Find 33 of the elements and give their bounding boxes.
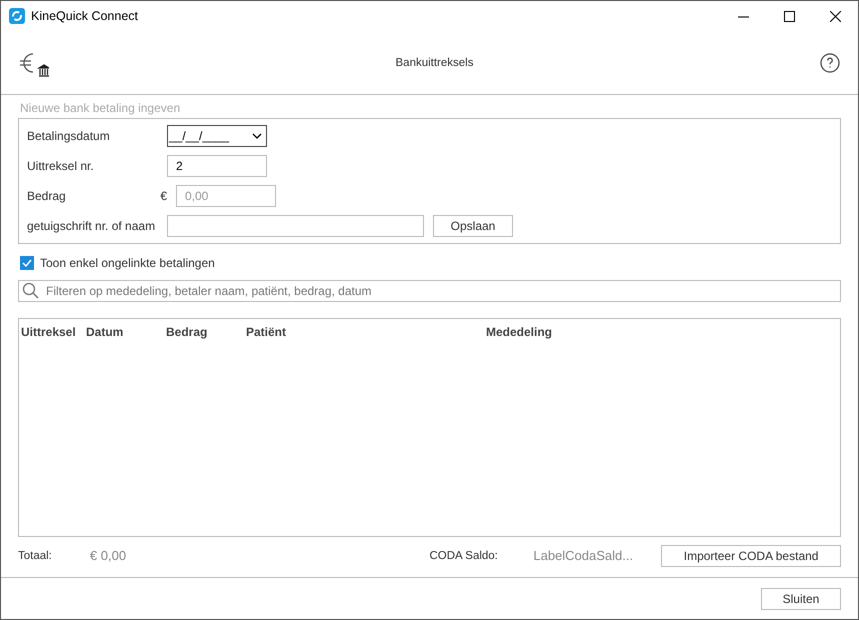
section-title: Nieuwe bank betaling ingeven [20,101,182,117]
field-label: getuigschrift nr. of naam [27,219,156,233]
close-icon [830,10,840,22]
close-dialog-button[interactable]: Sluiten [761,588,841,610]
coda-label: CODA Saldo: [429,550,499,562]
import-button[interactable]: Importeer CODA bestand [661,544,841,566]
search-icon [22,282,39,299]
page-title: Bankuittreksels [394,56,474,68]
currency-symbol: € [159,189,167,203]
total-label: Totaal: [18,550,53,562]
checkbox[interactable] [20,256,34,270]
input-field[interactable]: 2 [167,155,267,177]
coda-value: LabelCodaSald... [533,548,634,563]
field-label: Bedrag [27,189,67,203]
column-header: Datum [86,325,124,339]
search-field[interactable]: Filteren op mededeling, betaler naam, patiënt, bedrag, datum [18,280,841,302]
column-header: Uittreksel [21,325,77,339]
column-header: Mededeling [486,325,554,339]
window-title: KineQuick Connect [31,9,140,23]
amount-field[interactable]: 0,00 [176,185,276,207]
field-label: Betalingsdatum [27,129,111,143]
field-label: Uittreksel nr. [27,159,95,173]
app-logo-icon [9,8,25,24]
save-button[interactable]: Opslaan [433,215,513,237]
date-dropdown[interactable]: __/__/____ [167,125,267,147]
checkbox-label: Toon enkel ongelinkte betalingen [40,256,215,270]
total-value: € 0,00 [90,548,128,563]
input-field[interactable] [167,215,424,237]
column-header: Bedrag [166,325,208,339]
chevron-down-icon [252,133,262,139]
help-icon[interactable] [820,52,840,72]
maximize-icon [784,10,794,22]
column-header: Patiënt [246,325,288,339]
